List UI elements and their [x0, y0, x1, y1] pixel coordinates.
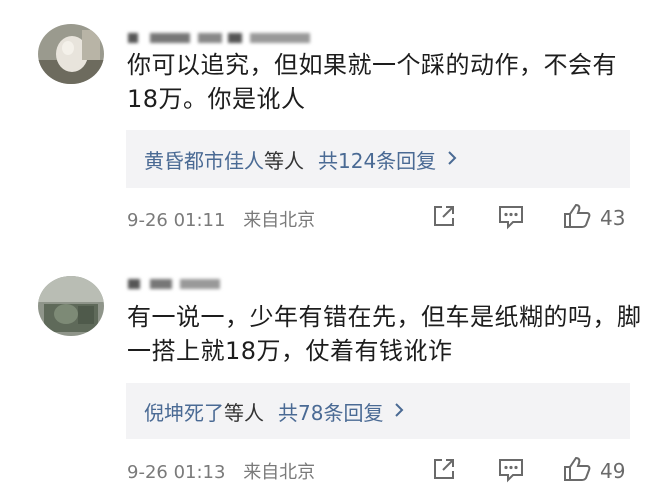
thumbs-up-icon: [562, 454, 592, 488]
reply-count[interactable]: 共78条回复: [278, 397, 383, 426]
username-blurred[interactable]: [128, 276, 228, 290]
avatar[interactable]: [38, 24, 104, 84]
reply-button[interactable]: [496, 200, 526, 236]
share-button[interactable]: [430, 453, 458, 489]
reply-button[interactable]: [496, 453, 526, 489]
avatar[interactable]: [38, 276, 104, 336]
comment-meta: 9-26 01:13 来自北京: [127, 458, 327, 484]
reply-user-name[interactable]: 黄昏都市佳人: [144, 145, 264, 174]
reply-count[interactable]: 共124条回复: [318, 145, 436, 174]
share-button[interactable]: [430, 200, 458, 236]
comment-actions: 49: [430, 453, 640, 489]
timestamp: 9-26 01:13: [127, 462, 226, 483]
like-button[interactable]: 49: [562, 453, 625, 489]
thumbs-up-icon: [562, 201, 592, 235]
share-icon: [430, 202, 458, 234]
like-count: 49: [600, 459, 626, 483]
reply-etc-label: 等人: [224, 400, 264, 425]
comment-meta: 9-26 01:11 来自北京: [127, 206, 327, 232]
comment-actions: 43: [430, 200, 640, 236]
share-icon: [430, 455, 458, 487]
chevron-right-icon: [393, 399, 405, 423]
replies-link[interactable]: 黄昏都市佳人 等人 共124条回复: [126, 130, 630, 188]
timestamp: 9-26 01:11: [127, 210, 226, 231]
chevron-right-icon: [446, 147, 458, 171]
comment-text: 你可以追究，但如果就一个踩的动作，不会有18万。你是讹人: [127, 51, 617, 113]
like-count: 43: [600, 206, 626, 230]
comment-text: 有一说一，少年有错在先，但车是纸糊的吗，脚一搭上就18万，仗着有钱讹诈: [127, 303, 642, 365]
comment-icon: [496, 202, 526, 234]
like-button[interactable]: 43: [562, 200, 625, 236]
reply-user-name[interactable]: 倪坤死了: [144, 397, 224, 426]
comment-icon: [496, 455, 526, 487]
location: 来自北京: [243, 210, 316, 231]
reply-etc-label: 等人: [264, 148, 304, 173]
username-blurred[interactable]: [128, 30, 318, 44]
location: 来自北京: [243, 462, 316, 483]
replies-link[interactable]: 倪坤死了 等人 共78条回复: [126, 383, 630, 439]
comment-item: 你可以追究，但如果就一个踩的动作，不会有18万。你是讹人 黄昏都市佳人 等人 共…: [0, 0, 660, 246]
comment-item: 有一说一，少年有错在先，但车是纸糊的吗，脚一搭上就18万，仗着有钱讹诈 倪坤死了…: [0, 258, 660, 500]
